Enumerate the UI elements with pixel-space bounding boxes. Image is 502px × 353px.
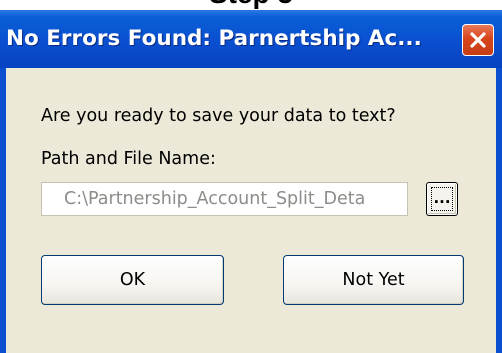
title-bar[interactable]: No Errors Found: Parnertship Ac... <box>0 10 502 68</box>
dialog-window: No Errors Found: Parnertship Ac... Are y… <box>0 10 502 353</box>
browse-button[interactable]: ... <box>426 182 458 216</box>
browse-button-label: ... <box>433 189 451 207</box>
window-frame-left <box>0 68 6 353</box>
ok-button[interactable]: OK <box>41 255 224 305</box>
close-button[interactable] <box>462 24 494 56</box>
path-input[interactable]: C:\Partnership_Account_Split_Deta <box>41 182 408 216</box>
window-frame-right <box>496 68 502 353</box>
path-label: Path and File Name: <box>41 149 216 169</box>
not-yet-button[interactable]: Not Yet <box>283 255 464 305</box>
close-icon <box>470 32 486 48</box>
save-question: Are you ready to save your data to text? <box>41 106 396 126</box>
step-caption: Step 5 <box>0 0 502 8</box>
dialog-title: No Errors Found: Parnertship Ac... <box>6 26 422 51</box>
